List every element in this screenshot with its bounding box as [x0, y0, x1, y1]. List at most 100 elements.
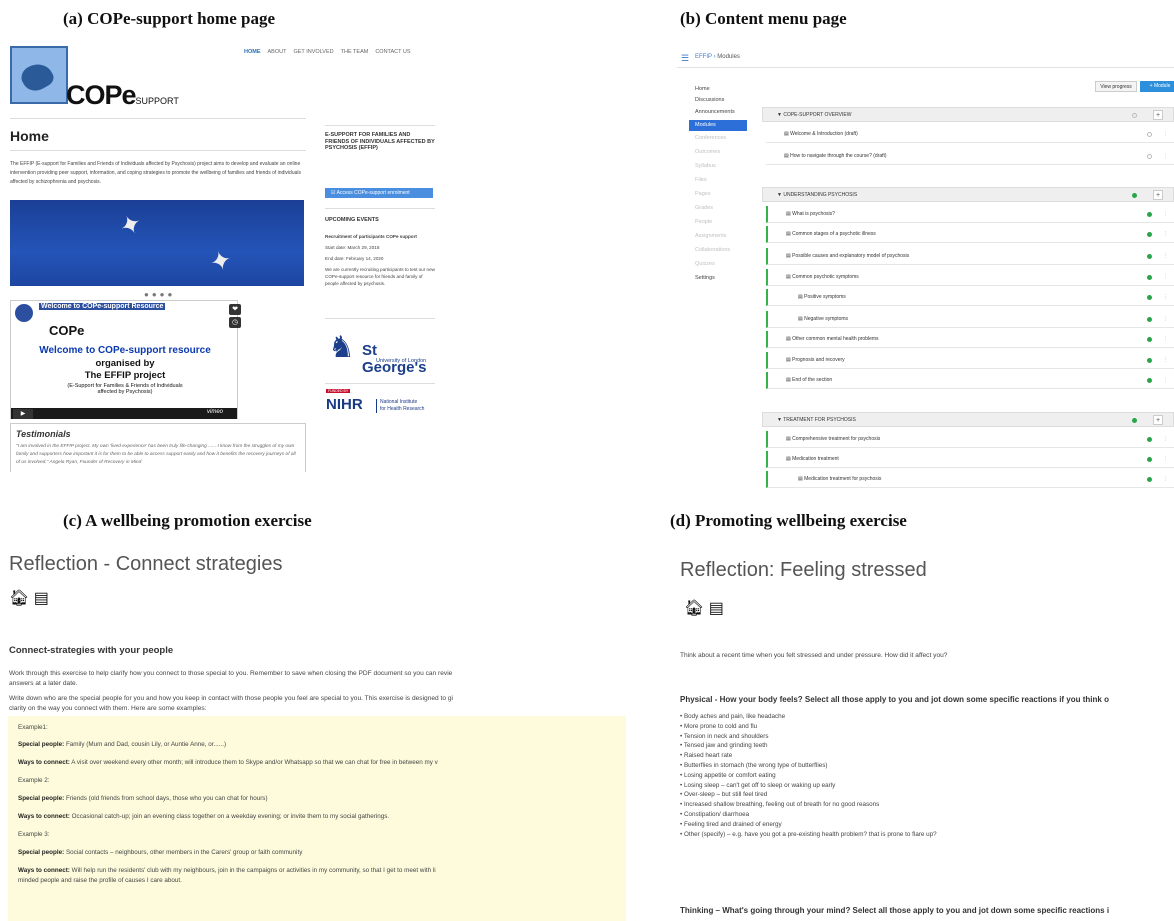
add-item-icon[interactable]: +: [1153, 415, 1163, 425]
add-module-button[interactable]: + Module: [1140, 81, 1174, 92]
module-item[interactable]: ▤ How to navigate through the course? (d…: [766, 148, 1174, 165]
module-item[interactable]: ▤ Medication treatment for psychosis ⋮: [766, 471, 1174, 488]
published-icon[interactable]: [1147, 337, 1152, 342]
course-nav-home[interactable]: Home: [695, 86, 710, 92]
course-nav-collaborations[interactable]: Collaborations: [695, 247, 730, 253]
course-nav-modules[interactable]: Modules: [689, 120, 747, 131]
video-title[interactable]: Welcome to COPe-support Resource: [39, 303, 166, 310]
more-options-icon[interactable]: ⋮: [1163, 226, 1168, 243]
module-item[interactable]: ▤ What is psychosis? ⋮: [766, 206, 1174, 223]
module-section-header[interactable]: ▼ UNDERSTANDING PSYCHOSIS +: [762, 187, 1174, 202]
thinking-heading: Thinking – What's going through your min…: [680, 906, 1110, 915]
channel-avatar[interactable]: [15, 304, 33, 322]
published-icon[interactable]: [1147, 295, 1152, 300]
view-progress-button[interactable]: View progress: [1095, 81, 1137, 92]
clock-icon[interactable]: ◷: [229, 317, 241, 328]
caption-d: (d) Promoting wellbeing exercise: [670, 511, 907, 530]
module-item[interactable]: ▤ Common stages of a psychotic illness ⋮: [766, 226, 1174, 243]
like-icon[interactable]: ❤: [229, 304, 241, 315]
more-options-icon[interactable]: ⋮: [1163, 431, 1168, 448]
published-icon[interactable]: [1147, 358, 1152, 363]
course-nav-announcements[interactable]: Announcements: [695, 109, 735, 115]
list-icon[interactable]: ▤: [709, 600, 724, 617]
published-icon[interactable]: [1147, 212, 1152, 217]
course-nav-pages[interactable]: Pages: [695, 191, 711, 197]
home-icon[interactable]: 🏠︎: [684, 600, 704, 617]
st-georges-logo[interactable]: ♞ St George's University of London: [324, 324, 436, 380]
more-options-icon[interactable]: ⋮: [1163, 289, 1168, 306]
more-options-icon[interactable]: ⋮: [1163, 372, 1168, 389]
unpublished-icon[interactable]: [1132, 113, 1137, 118]
more-options-icon[interactable]: ⋮: [1163, 331, 1168, 348]
unpublished-icon[interactable]: [1147, 132, 1152, 137]
event-line[interactable]: Recruitment of participants COPe support: [325, 233, 435, 240]
module-item[interactable]: ▤ Comprehensive treatment for psychosis ⋮: [766, 431, 1174, 448]
published-icon[interactable]: [1132, 418, 1137, 423]
more-options-icon[interactable]: ⋮: [1163, 451, 1168, 468]
published-icon[interactable]: [1147, 232, 1152, 237]
course-nav-assignments[interactable]: Assignments: [695, 233, 727, 239]
list-icon[interactable]: ▤: [34, 590, 49, 607]
course-nav-outcomes[interactable]: Outcomes: [695, 149, 720, 155]
published-icon[interactable]: [1147, 477, 1152, 482]
module-item[interactable]: ▤ Positive symptoms ⋮: [766, 289, 1174, 306]
more-options-icon[interactable]: ⋮: [1163, 269, 1168, 286]
add-item-icon[interactable]: +: [1153, 190, 1163, 200]
published-icon[interactable]: [1147, 275, 1152, 280]
more-options-icon[interactable]: ⋮: [1163, 148, 1168, 165]
more-options-icon[interactable]: ⋮: [1163, 471, 1168, 488]
connect-subheading: Connect-strategies with your people: [9, 645, 174, 656]
published-icon[interactable]: [1147, 254, 1152, 259]
module-item[interactable]: ▤ Negative symptoms ⋮: [766, 311, 1174, 328]
module-item[interactable]: ▤ Other common mental health problems ⋮: [766, 331, 1174, 348]
module-item[interactable]: ▤ Prognosis and recovery ⋮: [766, 352, 1174, 369]
module-section-header[interactable]: ▼ COPE-SUPPORT OVERVIEW +: [762, 107, 1174, 122]
more-options-icon[interactable]: ⋮: [1163, 352, 1168, 369]
play-button[interactable]: ▶: [13, 409, 33, 419]
course-nav-grades[interactable]: Grades: [695, 205, 713, 211]
nihr-logo[interactable]: NIHR: [326, 396, 363, 413]
module-item[interactable]: ▤ Common psychotic symptoms ⋮: [766, 269, 1174, 286]
cope-logo-icon[interactable]: [10, 46, 68, 104]
more-options-icon[interactable]: ⋮: [1163, 311, 1168, 328]
published-icon[interactable]: [1147, 378, 1152, 383]
more-options-icon[interactable]: ⋮: [1163, 126, 1168, 143]
published-icon[interactable]: [1147, 437, 1152, 442]
module-item[interactable]: ▤ Possible causes and explanatory model …: [766, 248, 1174, 265]
module-item[interactable]: ▤ Medication treatment ⋮: [766, 451, 1174, 468]
course-nav-people[interactable]: People: [695, 219, 712, 225]
video-player[interactable]: Welcome to COPe-support Resource ❤ ◷ COP…: [10, 300, 241, 419]
list-item: Tensed jaw and grinding teeth: [680, 741, 937, 751]
course-nav-discussions[interactable]: Discussions: [695, 97, 724, 103]
unpublished-icon[interactable]: [1147, 154, 1152, 159]
course-nav-files[interactable]: Files: [695, 177, 707, 183]
nav-contact-us[interactable]: CONTACT US: [375, 49, 410, 55]
nav-the-team[interactable]: THE TEAM: [341, 49, 369, 55]
course-nav-quizzes[interactable]: Quizzes: [695, 261, 715, 267]
module-item[interactable]: ▤ End of the section ⋮: [766, 372, 1174, 389]
course-nav-syllabus[interactable]: Syllabus: [695, 163, 716, 169]
more-options-icon[interactable]: ⋮: [1163, 206, 1168, 223]
nav-get-involved[interactable]: GET INVOLVED: [293, 49, 333, 55]
carousel-dots[interactable]: ●●●●: [144, 290, 175, 299]
nav-about[interactable]: ABOUT: [268, 49, 287, 55]
nav-home[interactable]: HOME: [244, 49, 261, 55]
breadcrumb-course[interactable]: EFFIP: [695, 54, 712, 60]
course-nav-settings[interactable]: Settings: [695, 275, 715, 281]
enrolment-button[interactable]: ☑ Access COPe-support enrolment: [325, 188, 433, 198]
add-item-icon[interactable]: +: [1153, 110, 1163, 120]
more-options-icon[interactable]: ⋮: [1163, 248, 1168, 265]
module-section-header[interactable]: ▼ TREATMENT FOR PSYCHOSIS +: [762, 412, 1174, 427]
video-controls[interactable]: [11, 408, 237, 419]
list-item: Increased shallow breathing, feeling out…: [680, 800, 937, 810]
home-icon[interactable]: 🏠︎: [9, 590, 29, 607]
module-item[interactable]: ▤ Welcome & Introduction (draft) ⋮: [766, 126, 1174, 143]
published-icon[interactable]: [1147, 317, 1152, 322]
published-icon[interactable]: [1147, 457, 1152, 462]
course-nav-conferences[interactable]: Conferences: [695, 135, 726, 141]
video-project: The EFFIP project: [84, 370, 166, 381]
cope-logo-text[interactable]: COPeSUPPORT: [66, 80, 179, 111]
hamburger-menu-icon[interactable]: ☰: [681, 53, 689, 64]
published-icon[interactable]: [1132, 193, 1137, 198]
vimeo-logo[interactable]: vimeo: [207, 409, 223, 415]
